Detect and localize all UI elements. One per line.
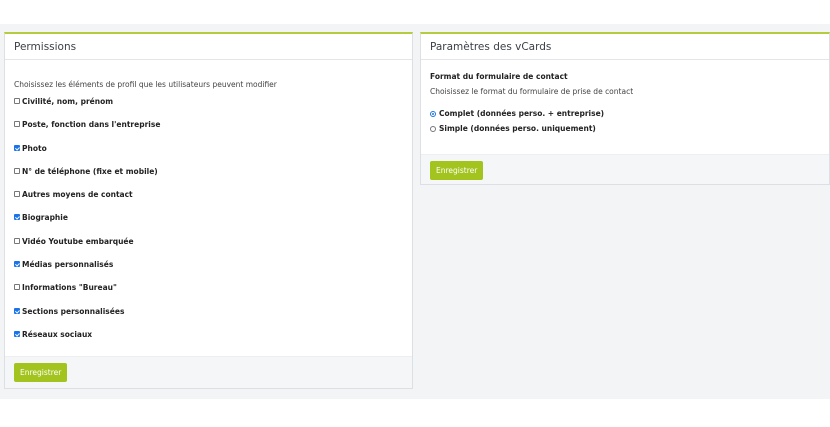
perm-option[interactable]: Sections personnalisées: [14, 307, 403, 330]
checkbox-2[interactable]: [14, 144, 20, 151]
permissions-card: Permissions Choisissez les éléments de p…: [4, 32, 413, 389]
vcards-title: Paramètres des vCards: [421, 34, 829, 60]
checkbox-1[interactable]: [14, 121, 20, 128]
perm-option[interactable]: Vidéo Youtube embarquée: [14, 237, 403, 260]
vcards-card: Paramètres des vCards Format du formulai…: [420, 32, 830, 185]
checkbox-5[interactable]: [14, 214, 20, 221]
checkbox-10[interactable]: [14, 330, 20, 337]
vcards-footer: Enregistrer: [421, 154, 829, 184]
perm-option[interactable]: Informations "Bureau": [14, 283, 403, 306]
permissions-footer: Enregistrer: [5, 356, 412, 388]
perm-option[interactable]: N° de téléphone (fixe et mobile): [14, 167, 403, 190]
contact-form-format-title: Format du formulaire de contact: [430, 72, 568, 81]
permissions-intro: Choisissez les éléments de profil que le…: [14, 80, 277, 89]
perm-option[interactable]: Médias personnalisés: [14, 260, 403, 283]
perm-option[interactable]: Poste, fonction dans l'entreprise: [14, 120, 403, 143]
page-content: Permissions Choisissez les éléments de p…: [0, 24, 830, 399]
checkbox-9[interactable]: [14, 307, 20, 314]
contact-form-format-sub: Choisissez le format du formulaire de pr…: [430, 87, 634, 96]
checkbox-7[interactable]: [14, 261, 20, 268]
perm-option[interactable]: Civilité, nom, prénom: [14, 97, 403, 120]
checkbox-8[interactable]: [14, 284, 20, 291]
checkbox-4[interactable]: [14, 191, 20, 198]
perm-option[interactable]: Biographie: [14, 213, 403, 236]
perm-option[interactable]: Réseaux sociaux: [14, 330, 403, 353]
save-button[interactable]: Enregistrer: [430, 161, 484, 180]
perm-option[interactable]: Autres moyens de contact: [14, 190, 403, 213]
radio-0[interactable]: [430, 110, 436, 117]
perm-option[interactable]: Photo: [14, 144, 403, 167]
permissions-title: Permissions: [5, 34, 412, 60]
radio-1[interactable]: [430, 125, 436, 132]
checkbox-6[interactable]: [14, 237, 20, 244]
checkbox-0[interactable]: [14, 98, 20, 104]
radio-option[interactable]: Complet (données perso. + entreprise): [430, 106, 820, 121]
checkbox-3[interactable]: [14, 167, 20, 174]
radio-option[interactable]: Simple (données perso. uniquement): [430, 121, 820, 136]
save-button[interactable]: Enregistrer: [14, 363, 68, 382]
